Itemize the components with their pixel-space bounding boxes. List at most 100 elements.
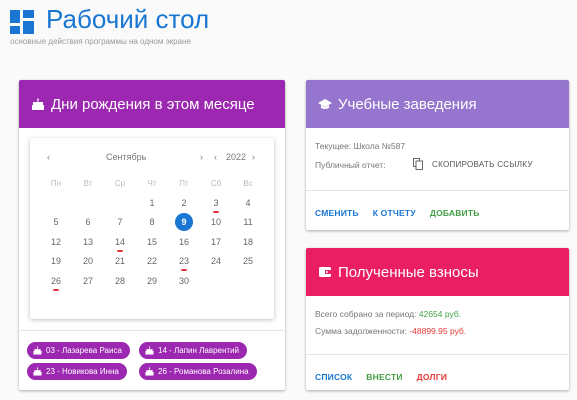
copy-icon (413, 158, 423, 170)
calendar-month[interactable]: Сентябрь (106, 152, 146, 162)
birthdays-card-header: Дни рождения в этом месяце (19, 80, 285, 128)
calendar-day[interactable]: 17 (200, 233, 232, 252)
calendar-day[interactable]: 19 (40, 252, 72, 271)
calendar-day[interactable]: 18 (232, 233, 264, 252)
weekday-label: Вт (83, 179, 93, 189)
calendar-day[interactable]: 5 (40, 213, 72, 232)
calendar-empty-cell (72, 194, 104, 213)
wallet-icon (319, 267, 331, 277)
calendar-day-number: 20 (82, 256, 93, 267)
calendar-day-number: 16 (178, 236, 189, 247)
calendar-day[interactable]: 16 (168, 233, 200, 252)
calendar-day[interactable]: 15 (136, 233, 168, 252)
calendar-day-number: 30 (178, 275, 189, 286)
calendar-day-number: 19 (50, 256, 61, 267)
fees-card-header: Полученные взносы (306, 248, 569, 296)
calendar-day-number: 11 (243, 217, 253, 228)
calendar-day[interactable]: 29 (136, 272, 168, 291)
collected-label: Всего собрано за период: (315, 309, 417, 319)
calendar-day[interactable]: 7 (104, 213, 136, 232)
cake-icon (32, 98, 44, 110)
collected-row: Всего собрано за период: 42654 руб. (315, 309, 461, 319)
calendar-empty-cell (40, 194, 72, 213)
calendar-day[interactable]: 30 (168, 272, 200, 291)
calendar-day-number: 6 (85, 217, 91, 228)
calendar-day[interactable]: 4 (232, 194, 264, 213)
calendar-day[interactable]: 26 (40, 272, 72, 291)
weekday-label: Вс (243, 179, 253, 189)
calendar-day[interactable]: 14 (104, 233, 136, 252)
calendar-day[interactable]: 3 (200, 194, 232, 213)
birthday-chip-label: 26 - Романова Розалина (158, 367, 249, 376)
birthday-chip-label: 14 - Лапин Лаврентий (158, 346, 240, 355)
calendar-day-number: 4 (245, 197, 251, 208)
cake-icon (33, 367, 42, 376)
calendar-week-row: 19 20 21 22 23 24 25 (40, 252, 264, 272)
birthday-marker (53, 288, 59, 291)
fees-title: Полученные взносы (338, 263, 479, 281)
birthday-chip-label: 23 - Новикова Инна (46, 367, 119, 376)
graduation-cap-icon (318, 99, 332, 109)
calendar-year[interactable]: 2022 (226, 152, 246, 162)
prev-month-button[interactable]: ‹ (47, 152, 50, 162)
page-subtitle: основные действия программы на одном экр… (10, 37, 191, 46)
calendar-day[interactable]: 9 (168, 213, 200, 232)
calendar-day-number: 21 (114, 256, 125, 267)
calendar-day-number: 10 (210, 217, 221, 228)
prev-year-button[interactable]: ‹ (214, 152, 217, 162)
calendar-day[interactable]: 2 (168, 194, 200, 213)
schools-card: Учебные заведения Текущее: Школа №587 Пу… (306, 80, 569, 230)
debt-row: Сумма задолженности: -48899.95 руб. (315, 326, 466, 336)
calendar-day[interactable]: 12 (40, 233, 72, 252)
calendar-day[interactable]: 25 (232, 252, 264, 271)
calendar-day[interactable]: 27 (72, 272, 104, 291)
calendar-day[interactable]: 23 (168, 252, 200, 272)
calendar-day-number: 28 (114, 275, 125, 286)
birthday-chip[interactable]: 03 - Лазарева Раиса (27, 342, 130, 359)
fees-list-button[interactable]: СПИСОК (315, 372, 352, 382)
calendar-day-number: 22 (146, 256, 157, 267)
birthday-calendar: ‹ Сентябрь › ‹ 2022 › Пн Вт Ср Чт Пт Сб Вс 1 2 3 4… (30, 138, 274, 319)
calendar-day[interactable]: 11 (232, 213, 264, 232)
copy-link-button[interactable]: СКОПИРОВАТЬ ССЫЛКУ (413, 158, 533, 170)
calendar-day-number: 7 (117, 217, 123, 228)
calendar-day[interactable]: 6 (72, 213, 104, 232)
change-school-button[interactable]: СМЕНИТЬ (315, 208, 359, 218)
calendar-empty-cell (200, 272, 232, 291)
birthday-chip-label: 03 - Лазарева Раиса (46, 346, 122, 355)
calendar-day[interactable]: 28 (104, 272, 136, 291)
to-report-button[interactable]: К ОТЧЕТУ (373, 208, 416, 218)
calendar-day-number: 3 (213, 197, 219, 208)
weekday-label: Пн (50, 179, 62, 189)
calendar-day-number: 8 (149, 217, 155, 228)
cake-icon (145, 367, 154, 376)
calendar-day[interactable]: 20 (72, 252, 104, 271)
calendar-day[interactable]: 24 (200, 252, 232, 271)
birthday-chip[interactable]: 26 - Романова Розалина (139, 363, 257, 380)
calendar-day-number: 13 (82, 236, 93, 247)
calendar-day-number: 17 (210, 236, 221, 247)
calendar-day-number: 15 (146, 236, 157, 247)
calendar-day-number: 12 (50, 236, 61, 247)
debts-button[interactable]: ДОЛГИ (417, 372, 447, 382)
next-month-button[interactable]: › (200, 152, 203, 162)
schools-title: Учебные заведения (338, 95, 477, 113)
calendar-day-number: 18 (242, 236, 253, 247)
calendar-day-number: 14 (114, 236, 125, 247)
add-school-button[interactable]: ДОБАВИТЬ (430, 208, 480, 218)
collected-value: 42654 руб. (418, 309, 462, 319)
weekday-label: Пт (179, 179, 189, 189)
deposit-button[interactable]: ВНЕСТИ (366, 372, 402, 382)
calendar-day[interactable]: 1 (136, 194, 168, 213)
birthday-chip[interactable]: 23 - Новикова Инна (27, 363, 127, 380)
next-year-button[interactable]: › (252, 152, 255, 162)
calendar-day[interactable]: 21 (104, 252, 136, 271)
calendar-day[interactable]: 8 (136, 213, 168, 232)
birthday-chip[interactable]: 14 - Лапин Лаврентий (139, 342, 248, 359)
calendar-day[interactable]: 10 (200, 213, 232, 232)
calendar-day[interactable]: 22 (136, 252, 168, 271)
schools-card-header: Учебные заведения (306, 80, 569, 128)
birthdays-card: Дни рождения в этом месяце ‹ Сентябрь › … (19, 80, 285, 390)
weekday-label: Сб (210, 179, 222, 189)
calendar-day[interactable]: 13 (72, 233, 104, 252)
